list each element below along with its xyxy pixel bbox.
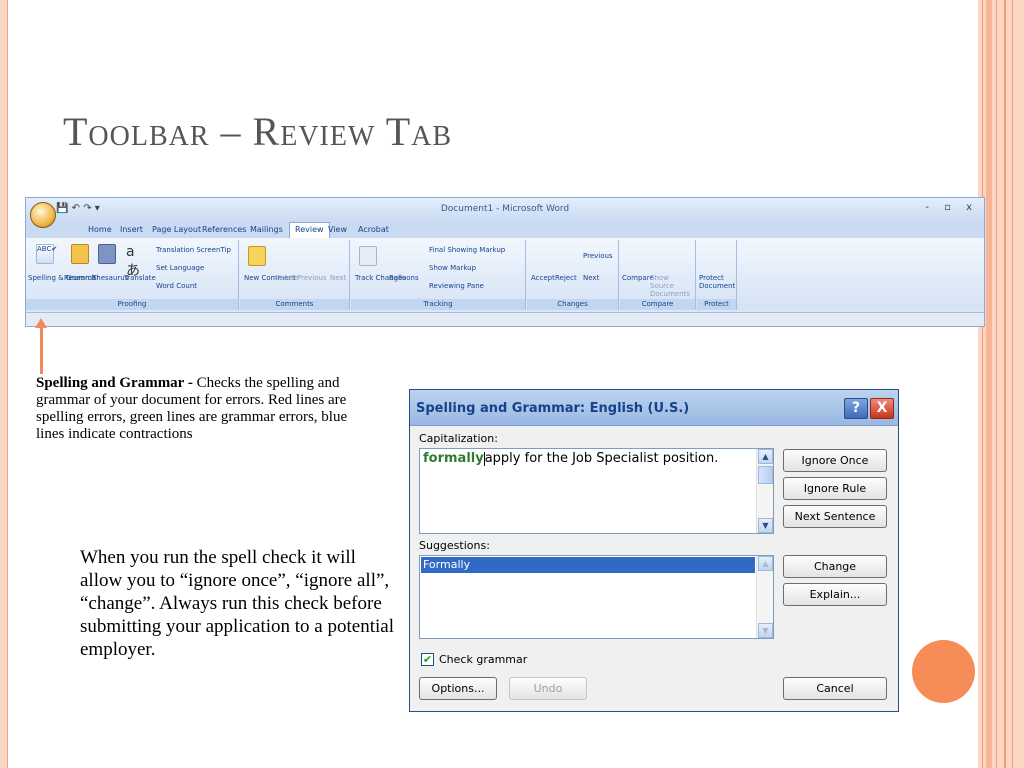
comments-group: New Comment Delete Previous Next Comment… <box>240 240 350 310</box>
ruler-strip <box>26 312 984 326</box>
explain-button[interactable]: Explain... <box>783 583 887 606</box>
thesaurus-label[interactable]: Thesaurus <box>92 274 128 282</box>
previous-change[interactable]: Previous <box>583 252 613 260</box>
sentence-scrollbar[interactable]: ▲ ▼ <box>756 449 773 533</box>
accept-label[interactable]: Accept <box>531 274 555 282</box>
protect-group-label: Protect <box>697 299 736 310</box>
pointer-arrow <box>40 322 43 374</box>
issue-label: Capitalization: <box>419 432 498 445</box>
reject-label[interactable]: Reject <box>555 274 577 282</box>
translation-screentip[interactable]: Translation ScreenTip <box>156 246 231 254</box>
dialog-title-bar: Spelling and Grammar: English (U.S.) ? X <box>410 390 898 426</box>
translate-label[interactable]: Translate <box>124 274 156 282</box>
description-heading: Spelling and Grammar - <box>36 375 197 391</box>
word-count[interactable]: Word Count <box>156 282 197 290</box>
close-button[interactable]: X <box>870 398 894 419</box>
suggestions-label: Suggestions: <box>419 539 490 552</box>
change-button[interactable]: Change <box>783 555 887 578</box>
ribbon-tabs: Home Insert Page Layout References Maili… <box>26 222 984 238</box>
spelling-grammar-icon[interactable]: ABC✔ <box>36 244 57 264</box>
track-changes-icon[interactable] <box>359 246 377 266</box>
spelling-description: Spelling and Grammar - Checks the spelli… <box>36 375 366 443</box>
changes-group: Accept Reject Previous Next Changes <box>527 240 619 310</box>
compare-group-label: Compare <box>620 299 695 310</box>
suggestion-item[interactable]: Formally <box>421 557 755 573</box>
new-comment-icon[interactable] <box>248 246 266 266</box>
word-ribbon: 💾 ↶ ↷ ▾ Document1 - Microsoft Word - ▫ x… <box>25 197 985 327</box>
right-frame-border <box>978 0 1024 768</box>
proofing-group-label: Proofing <box>26 299 238 310</box>
translate-icon[interactable]: aあ <box>126 244 144 279</box>
dialog-title: Spelling and Grammar: English (U.S.) <box>416 401 690 416</box>
check-grammar-checkbox[interactable]: ✔ <box>421 653 434 666</box>
research-icon[interactable] <box>71 244 89 264</box>
reviewing-pane[interactable]: Reviewing Pane <box>429 282 484 290</box>
office-button[interactable] <box>30 202 56 228</box>
ignore-once-button[interactable]: Ignore Once <box>783 449 887 472</box>
sentence-box[interactable]: formallyapply for the Job Specialist pos… <box>419 448 774 534</box>
slide-title: Toolbar – Review Tab <box>63 109 453 154</box>
tab-home[interactable]: Home <box>88 225 112 234</box>
tracking-group-label: Tracking <box>351 299 525 310</box>
tab-references[interactable]: References <box>202 225 246 234</box>
balloons-label[interactable]: Balloons <box>389 274 419 282</box>
ignore-rule-button[interactable]: Ignore Rule <box>783 477 887 500</box>
tab-page-layout[interactable]: Page Layout <box>152 225 201 234</box>
tab-acrobat[interactable]: Acrobat <box>358 225 389 234</box>
protect-group: Protect Document Protect <box>697 240 737 310</box>
next-sentence-button[interactable]: Next Sentence <box>783 505 887 528</box>
error-word[interactable]: formally <box>423 451 484 466</box>
spell-check-note: When you run the spell check it will all… <box>80 547 394 660</box>
compare-group: Compare Show Source Documents Compare <box>620 240 696 310</box>
undo-button[interactable]: Undo <box>509 677 587 700</box>
tab-insert[interactable]: Insert <box>120 225 143 234</box>
changes-group-label: Changes <box>527 299 618 310</box>
next-comment-label[interactable]: Next <box>330 274 346 282</box>
left-frame-border <box>0 0 8 768</box>
scroll-thumb[interactable] <box>758 466 773 484</box>
tab-review[interactable]: Review <box>289 222 330 238</box>
tab-view[interactable]: View <box>328 225 347 234</box>
ribbon-body: ABC✔ Spelling & Grammar Research Thesaur… <box>26 238 984 310</box>
tab-mailings[interactable]: Mailings <box>250 225 283 234</box>
final-showing-markup[interactable]: Final Showing Markup <box>429 246 505 254</box>
show-markup[interactable]: Show Markup <box>429 264 476 272</box>
show-source-documents-label[interactable]: Show Source Documents <box>650 274 694 298</box>
word-window-title: Document1 - Microsoft Word <box>440 204 570 214</box>
scroll-up-icon[interactable]: ▲ <box>758 449 773 464</box>
window-controls[interactable]: - ▫ x <box>925 202 978 213</box>
scroll-up-icon[interactable]: ▲ <box>758 556 773 571</box>
tracking-group: Track Changes Balloons Final Showing Mar… <box>351 240 526 310</box>
comments-group-label: Comments <box>240 299 349 310</box>
scroll-down-icon[interactable]: ▼ <box>758 518 773 533</box>
word-title-bar: 💾 ↶ ↷ ▾ Document1 - Microsoft Word - ▫ x <box>26 198 984 222</box>
decorative-circle <box>912 640 975 703</box>
protect-document-label[interactable]: Protect Document <box>699 274 737 290</box>
compare-label[interactable]: Compare <box>622 274 654 282</box>
suggestions-scrollbar[interactable]: ▲ ▼ <box>756 556 773 638</box>
proofing-group: ABC✔ Spelling & Grammar Research Thesaur… <box>26 240 239 310</box>
help-button[interactable]: ? <box>844 398 868 419</box>
next-change[interactable]: Next <box>583 274 599 282</box>
options-button[interactable]: Options... <box>419 677 497 700</box>
sentence-text: apply for the Job Specialist position. <box>484 451 719 466</box>
spelling-grammar-dialog: Spelling and Grammar: English (U.S.) ? X… <box>409 389 899 712</box>
thesaurus-icon[interactable] <box>98 244 116 264</box>
suggestions-list[interactable]: Formally ▲ ▼ <box>419 555 774 639</box>
previous-comment-label[interactable]: Previous <box>297 274 327 282</box>
check-grammar-label[interactable]: Check grammar <box>439 653 527 666</box>
set-language[interactable]: Set Language <box>156 264 204 272</box>
scroll-down-icon[interactable]: ▼ <box>758 623 773 638</box>
delete-comment-label[interactable]: Delete <box>275 274 298 282</box>
cancel-button[interactable]: Cancel <box>783 677 887 700</box>
